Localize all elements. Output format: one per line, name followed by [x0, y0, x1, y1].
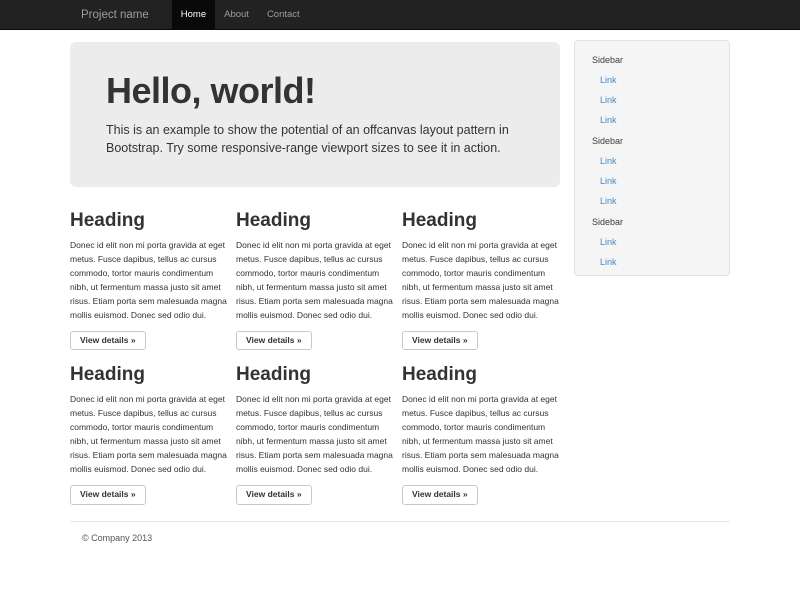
view-details-button[interactable]: View details »: [402, 485, 478, 504]
card-heading: Heading: [402, 364, 560, 386]
article-card: Heading Donec id elit non mi porta gravi…: [70, 210, 228, 350]
jumbotron-description: This is an example to show the potential…: [106, 121, 524, 157]
card-body-text: Donec id elit non mi porta gravida at eg…: [402, 392, 560, 476]
article-card: Heading Donec id elit non mi porta gravi…: [236, 364, 394, 504]
card-body-text: Donec id elit non mi porta gravida at eg…: [236, 238, 394, 322]
cards-row-2: Heading Donec id elit non mi porta gravi…: [70, 364, 560, 504]
card-body-text: Donec id elit non mi porta gravida at eg…: [236, 392, 394, 476]
sidebar-link[interactable]: Link: [600, 171, 729, 191]
page-title: Hello, world!: [106, 70, 524, 112]
view-details-button[interactable]: View details »: [402, 331, 478, 350]
sidebar-link[interactable]: Link: [600, 191, 729, 211]
page-footer: © Company 2013: [70, 521, 730, 543]
nav-menu: Home About Contact: [172, 0, 309, 29]
card-heading: Heading: [236, 364, 394, 386]
sidebar-group-title: Sidebar: [592, 215, 729, 230]
copyright-text: © Company 2013: [82, 533, 730, 543]
card-heading: Heading: [70, 210, 228, 232]
article-card: Heading Donec id elit non mi porta gravi…: [402, 210, 560, 350]
sidebar-column: Sidebar Link Link Link Sidebar Link Link…: [574, 40, 730, 505]
navbar: Project name Home About Contact: [0, 0, 800, 30]
view-details-button[interactable]: View details »: [236, 331, 312, 350]
sidebar-group-title: Sidebar: [592, 53, 729, 68]
sidebar-link[interactable]: Link: [600, 232, 729, 252]
card-heading: Heading: [402, 210, 560, 232]
sidebar-group-1: Sidebar Link Link Link: [575, 53, 729, 130]
brand-link[interactable]: Project name: [70, 0, 160, 29]
card-body-text: Donec id elit non mi porta gravida at eg…: [70, 238, 228, 322]
view-details-button[interactable]: View details »: [236, 485, 312, 504]
nav-item-contact[interactable]: Contact: [258, 0, 309, 29]
navbar-container: Project name Home About Contact: [70, 0, 730, 29]
sidebar-link[interactable]: Link: [600, 252, 729, 272]
sidebar-group-2: Sidebar Link Link Link: [575, 134, 729, 211]
card-heading: Heading: [70, 364, 228, 386]
page-container: Hello, world! This is an example to show…: [70, 40, 730, 543]
sidebar-link[interactable]: Link: [600, 110, 729, 130]
card-heading: Heading: [236, 210, 394, 232]
jumbotron: Hello, world! This is an example to show…: [70, 42, 560, 187]
footer-divider: [70, 521, 730, 522]
sidebar-group-3: Sidebar Link Link: [575, 215, 729, 272]
card-body-text: Donec id elit non mi porta gravida at eg…: [70, 392, 228, 476]
sidebar-link[interactable]: Link: [600, 90, 729, 110]
card-body-text: Donec id elit non mi porta gravida at eg…: [402, 238, 560, 322]
nav-item-about[interactable]: About: [215, 0, 258, 29]
article-card: Heading Donec id elit non mi porta gravi…: [236, 210, 394, 350]
article-card: Heading Donec id elit non mi porta gravi…: [402, 364, 560, 504]
sidebar-link[interactable]: Link: [600, 151, 729, 171]
sidebar: Sidebar Link Link Link Sidebar Link Link…: [574, 40, 730, 276]
view-details-button[interactable]: View details »: [70, 331, 146, 350]
nav-item-home[interactable]: Home: [172, 0, 215, 29]
cards-row-1: Heading Donec id elit non mi porta gravi…: [70, 210, 560, 350]
content-row: Hello, world! This is an example to show…: [70, 40, 730, 505]
sidebar-group-title: Sidebar: [592, 134, 729, 149]
main-column: Hello, world! This is an example to show…: [70, 40, 560, 505]
article-card: Heading Donec id elit non mi porta gravi…: [70, 364, 228, 504]
sidebar-link[interactable]: Link: [600, 70, 729, 90]
view-details-button[interactable]: View details »: [70, 485, 146, 504]
